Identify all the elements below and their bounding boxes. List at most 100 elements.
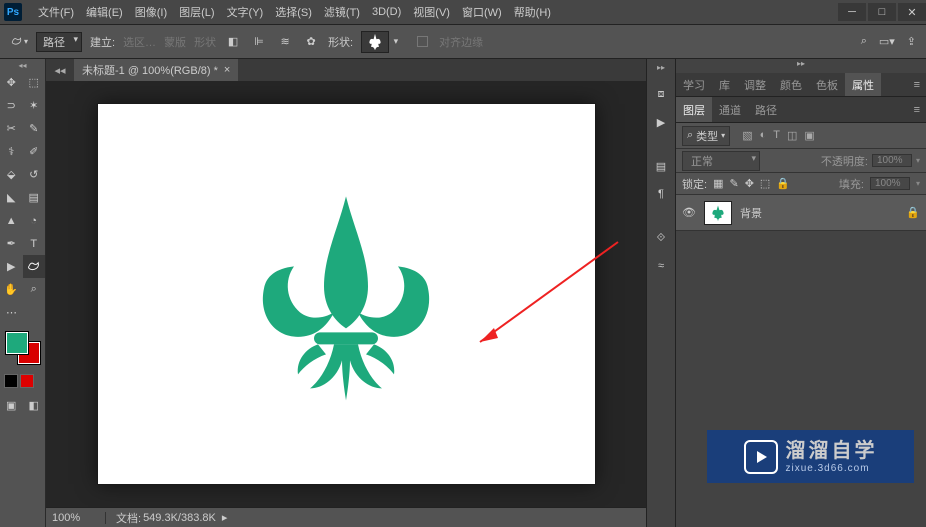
shape-button[interactable]: 形状 xyxy=(194,34,216,50)
tab-learn[interactable]: 学习 xyxy=(676,73,712,96)
brushes-panel-icon[interactable]: ≈ xyxy=(647,253,675,279)
doc-collapse[interactable]: ◂◂ xyxy=(46,64,74,77)
foreground-color[interactable] xyxy=(6,332,28,354)
tab-color[interactable]: 颜色 xyxy=(773,73,809,96)
visibility-icon[interactable]: 👁 xyxy=(682,206,696,219)
hand-tool[interactable]: ✋ xyxy=(0,278,23,301)
quick-select-tool[interactable]: ✶ xyxy=(23,94,46,117)
minimize-button[interactable]: ─ xyxy=(838,3,866,21)
lock-transparency-icon[interactable]: ▦ xyxy=(713,177,723,190)
quickmask-off[interactable] xyxy=(4,374,18,388)
tab-close-icon[interactable]: × xyxy=(224,64,230,76)
mask-button[interactable]: 蒙版 xyxy=(164,34,186,50)
tab-libraries[interactable]: 库 xyxy=(712,73,737,96)
pen-tool[interactable]: ✒ xyxy=(0,232,23,255)
menu-file[interactable]: 文件(F) xyxy=(32,4,80,20)
screen-mode-2[interactable]: ◧ xyxy=(23,394,46,417)
filter-smart-icon[interactable]: ▣ xyxy=(804,129,814,142)
tab-channels[interactable]: 通道 xyxy=(712,97,748,122)
lasso-tool[interactable]: ⊃ xyxy=(0,94,23,117)
menu-view[interactable]: 视图(V) xyxy=(407,4,456,20)
dodge-tool[interactable]: ◔ xyxy=(23,209,46,232)
artboard-tool[interactable]: ⬚ xyxy=(23,71,46,94)
lock-image-icon[interactable]: ✎ xyxy=(729,177,738,190)
panel-menu-1[interactable]: ≡ xyxy=(908,79,926,91)
healing-tool[interactable]: ⚕ xyxy=(0,140,23,163)
arrange-icon[interactable]: ≋ xyxy=(276,33,294,51)
color-swatches[interactable] xyxy=(4,332,41,366)
align-icon[interactable]: ⊫ xyxy=(250,33,268,51)
mid-collapse[interactable]: ▸▸ xyxy=(647,63,675,79)
menu-3d[interactable]: 3D(D) xyxy=(366,6,407,18)
menu-type[interactable]: 文字(Y) xyxy=(221,4,270,20)
gear-icon[interactable]: ✿ xyxy=(302,33,320,51)
toolbox-collapse[interactable]: ◂◂ xyxy=(0,61,45,71)
close-button[interactable]: ✕ xyxy=(898,3,926,21)
menu-image[interactable]: 图像(I) xyxy=(129,4,173,20)
paragraph-panel-icon[interactable]: ¶ xyxy=(647,181,675,207)
filter-shape-icon[interactable]: ◫ xyxy=(787,129,797,142)
quickmask-on[interactable] xyxy=(20,374,34,388)
tab-layers[interactable]: 图层 xyxy=(676,97,712,122)
blend-mode-dropdown[interactable]: 正常 xyxy=(682,151,760,171)
custom-shape-tool[interactable] xyxy=(23,255,46,278)
history-brush-tool[interactable]: ↺ xyxy=(23,163,46,186)
type-tool[interactable]: T xyxy=(23,232,46,255)
actions-panel-icon[interactable]: ▶ xyxy=(647,109,675,135)
share-icon[interactable]: ⇪ xyxy=(907,35,916,48)
zoom-field[interactable]: 100% xyxy=(46,512,106,524)
maximize-button[interactable]: □ xyxy=(868,3,896,21)
character-panel-icon[interactable]: ▤ xyxy=(647,153,675,179)
brush-tool[interactable]: ✐ xyxy=(23,140,46,163)
screen-mode[interactable]: ▣ xyxy=(0,394,23,417)
zoom-tool[interactable]: ⌕ xyxy=(23,278,46,301)
filter-adjust-icon[interactable]: ◐ xyxy=(760,129,767,142)
menu-edit[interactable]: 编辑(E) xyxy=(80,4,129,20)
panel-menu-2[interactable]: ≡ xyxy=(908,104,926,116)
align-edges-checkbox[interactable] xyxy=(417,36,428,47)
tool-preset-icon[interactable]: ▾ xyxy=(10,33,28,51)
layer-row[interactable]: 👁 背景 🔒 xyxy=(676,195,926,231)
layer-thumbnail[interactable] xyxy=(704,201,732,225)
path-ops-icon[interactable]: ◧ xyxy=(224,33,242,51)
workspace-icon[interactable]: ▭▾ xyxy=(879,35,895,48)
brush-settings-icon[interactable]: ⟐ xyxy=(647,225,675,251)
shape-picker[interactable] xyxy=(361,31,389,53)
eyedropper-tool[interactable]: ✎ xyxy=(23,117,46,140)
search-icon[interactable]: ⌕ xyxy=(861,35,867,48)
gradient-tool[interactable]: ▤ xyxy=(23,186,46,209)
document-tab[interactable]: 未标题-1 @ 100%(RGB/8) * × xyxy=(74,59,238,81)
filter-type-icon[interactable]: T xyxy=(773,129,780,142)
path-select-tool[interactable]: ▶ xyxy=(0,255,23,278)
menu-layer[interactable]: 图层(L) xyxy=(173,4,220,20)
crop-tool[interactable]: ✂ xyxy=(0,117,23,140)
layer-name[interactable]: 背景 xyxy=(740,205,762,221)
menu-help[interactable]: 帮助(H) xyxy=(508,4,557,20)
stamp-tool[interactable]: ⬙ xyxy=(0,163,23,186)
menu-select[interactable]: 选择(S) xyxy=(269,4,318,20)
canvas-viewport[interactable] xyxy=(46,81,646,507)
doc-info-flyout[interactable]: ▸ xyxy=(222,511,228,524)
tab-swatches[interactable]: 色板 xyxy=(809,73,845,96)
blur-tool[interactable]: ▲ xyxy=(0,209,23,232)
tab-paths[interactable]: 路径 xyxy=(748,97,784,122)
lock-artboard-icon[interactable]: ⬚ xyxy=(760,177,770,190)
mode-dropdown[interactable]: 路径 xyxy=(36,32,82,52)
filter-pixel-icon[interactable]: ▧ xyxy=(742,129,752,142)
history-panel-icon[interactable]: ⧈ xyxy=(647,81,675,107)
lock-icon[interactable]: 🔒 xyxy=(906,206,920,219)
canvas[interactable] xyxy=(98,104,595,484)
move-tool[interactable]: ✥ xyxy=(0,71,23,94)
tab-properties[interactable]: 属性 xyxy=(845,73,881,96)
opacity-value[interactable]: 100% xyxy=(872,154,912,167)
lock-position-icon[interactable]: ✥ xyxy=(745,177,754,190)
filter-kind-dropdown[interactable]: ⌕类型▾ xyxy=(682,126,730,146)
panel-collapse[interactable]: ▸▸ xyxy=(676,59,926,73)
selection-button[interactable]: 选区… xyxy=(123,34,156,50)
tab-adjustments[interactable]: 调整 xyxy=(737,73,773,96)
fill-value[interactable]: 100% xyxy=(870,177,910,190)
lock-all-icon[interactable]: 🔒 xyxy=(776,177,790,190)
menu-window[interactable]: 窗口(W) xyxy=(456,4,508,20)
menu-filter[interactable]: 滤镜(T) xyxy=(318,4,366,20)
eraser-tool[interactable]: ◣ xyxy=(0,186,23,209)
